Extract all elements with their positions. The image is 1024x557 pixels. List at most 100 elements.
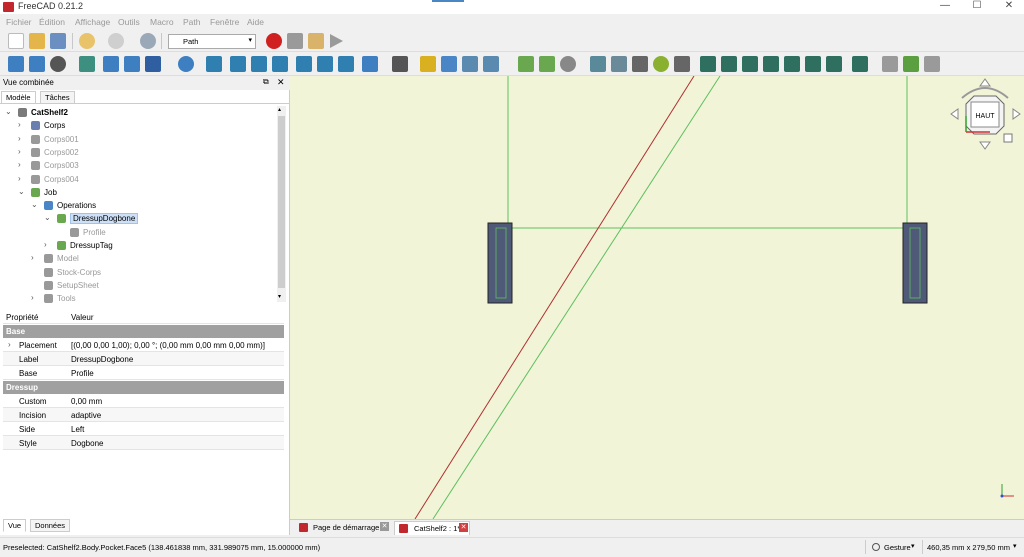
- chevron-right-icon[interactable]: ›: [18, 160, 26, 169]
- right-view-icon[interactable]: [272, 56, 288, 72]
- surface-op-icon[interactable]: [882, 56, 898, 72]
- part-left-block[interactable]: [487, 222, 513, 304]
- tool-library-icon[interactable]: [590, 56, 606, 72]
- tab-vue[interactable]: Vue: [3, 519, 27, 532]
- create-part-icon[interactable]: [420, 56, 436, 72]
- tree-item-dressupdogbone[interactable]: ⌄ DressupDogbone: [0, 212, 276, 225]
- whats-this-icon[interactable]: [392, 56, 408, 72]
- comment-icon[interactable]: [653, 56, 669, 72]
- arrow-right-icon[interactable]: [1012, 108, 1021, 120]
- navigation-style-selector[interactable]: Gesture ▾: [865, 540, 920, 554]
- tree-item-corps004[interactable]: › Corps004: [0, 173, 276, 186]
- post-process-icon[interactable]: [539, 56, 555, 72]
- fit-all-icon[interactable]: [8, 56, 24, 72]
- scrollbar-thumb[interactable]: [278, 116, 285, 288]
- menu-fichier[interactable]: Fichier: [6, 17, 32, 27]
- close-tab-icon[interactable]: ✕: [459, 523, 468, 532]
- run-macro-icon[interactable]: [330, 34, 343, 48]
- tree-item-corps001[interactable]: › Corps001: [0, 133, 276, 146]
- part-right-block[interactable]: [902, 222, 928, 304]
- engrave-op-icon[interactable]: [805, 56, 821, 72]
- stop-icon[interactable]: [674, 56, 690, 72]
- chevron-down-icon[interactable]: ⌄: [18, 187, 26, 196]
- forward-arrow-icon[interactable]: [124, 56, 140, 72]
- chevron-right-icon[interactable]: ›: [8, 340, 11, 349]
- face-op-icon[interactable]: [742, 56, 758, 72]
- tab-donnees[interactable]: Données: [30, 519, 71, 532]
- chevron-down-icon[interactable]: ⌄: [44, 213, 52, 222]
- chevron-right-icon[interactable]: ›: [18, 147, 26, 156]
- property-group-base[interactable]: Base: [3, 325, 284, 338]
- scroll-up-icon[interactable]: ▴: [278, 106, 281, 113]
- record-macro-icon[interactable]: [266, 33, 282, 49]
- float-panel-icon[interactable]: ⧉: [263, 77, 269, 87]
- isometric-view-icon[interactable]: [206, 56, 222, 72]
- scroll-down-icon[interactable]: ▾: [278, 293, 281, 300]
- arrow-left-icon[interactable]: [950, 108, 959, 120]
- property-row-base[interactable]: Base Profile: [3, 366, 284, 380]
- tree-item-setupsheet[interactable]: SetupSheet: [0, 279, 276, 292]
- chevron-right-icon[interactable]: ›: [18, 134, 26, 143]
- profile-op-icon[interactable]: [700, 56, 716, 72]
- chevron-down-icon[interactable]: ⌄: [5, 107, 13, 116]
- redo-icon[interactable]: [108, 33, 124, 49]
- drilling-op-icon[interactable]: [826, 56, 842, 72]
- property-row-custom[interactable]: Custom 0,00 mm: [3, 394, 284, 408]
- fit-selection-icon[interactable]: [29, 56, 45, 72]
- tree-item-stock-corps[interactable]: Stock-Corps: [0, 266, 276, 279]
- standard-views-icon[interactable]: [178, 56, 194, 72]
- stop-macro-icon[interactable]: [287, 33, 303, 49]
- tree-item-tools[interactable]: › Tools: [0, 292, 276, 305]
- back-arrow-icon[interactable]: [103, 56, 119, 72]
- undo-icon[interactable]: [79, 33, 95, 49]
- workbench-selector[interactable]: Path ▾: [168, 34, 256, 49]
- dressup-icon[interactable]: [852, 56, 868, 72]
- sync-view-icon[interactable]: [145, 56, 161, 72]
- tree-item-catshelf2[interactable]: ⌄ CatShelf2: [0, 106, 276, 119]
- nav-cube[interactable]: HAUT: [950, 78, 1021, 150]
- refresh-icon[interactable]: [140, 33, 156, 49]
- create-group-icon[interactable]: [441, 56, 457, 72]
- bottom-view-icon[interactable]: [317, 56, 333, 72]
- rear-view-icon[interactable]: [296, 56, 312, 72]
- adaptive-op-icon[interactable]: [784, 56, 800, 72]
- save-icon[interactable]: [50, 33, 66, 49]
- tab-catshelf2[interactable]: CatShelf2 : 1* ✕: [394, 521, 470, 535]
- menu-affichage[interactable]: Affichage: [75, 17, 110, 27]
- tree-item-profile[interactable]: Profile: [0, 226, 276, 239]
- property-row-incision[interactable]: Incision adaptive: [3, 408, 284, 422]
- property-row-style[interactable]: Style Dogbone: [3, 436, 284, 450]
- chevron-right-icon[interactable]: ›: [18, 120, 26, 129]
- draw-style-icon[interactable]: [50, 56, 66, 72]
- tree-item-job[interactable]: ⌄ Job: [0, 186, 276, 199]
- tree-item-model[interactable]: › Model: [0, 252, 276, 265]
- helix-op-icon[interactable]: [763, 56, 779, 72]
- minimize-button[interactable]: —: [930, 0, 960, 14]
- menu-path[interactable]: Path: [183, 17, 201, 27]
- simulator-icon[interactable]: [924, 56, 940, 72]
- front-view-icon[interactable]: [230, 56, 246, 72]
- sanity-check-icon[interactable]: [560, 56, 576, 72]
- arrow-down-icon[interactable]: [979, 141, 991, 150]
- menu-fenetre[interactable]: Fenêtre: [210, 17, 239, 27]
- tree-item-dressuptag[interactable]: › DressupTag: [0, 239, 276, 252]
- tool-controller-icon[interactable]: [611, 56, 627, 72]
- close-window-button[interactable]: ✕: [994, 0, 1024, 14]
- chevron-right-icon[interactable]: ›: [18, 174, 26, 183]
- tree-item-operations[interactable]: ⌄ Operations: [0, 199, 276, 212]
- measure-distance-icon[interactable]: [362, 56, 378, 72]
- bounding-box-icon[interactable]: [79, 56, 95, 72]
- tree-item-corps003[interactable]: › Corps003: [0, 159, 276, 172]
- edit-macro-icon[interactable]: [308, 33, 324, 49]
- tree-item-corps002[interactable]: › Corps002: [0, 146, 276, 159]
- tree-scrollbar[interactable]: ▴ ▾: [277, 106, 286, 302]
- dimension-display[interactable]: 460,35 mm x 279,50 mm ▾: [922, 540, 1022, 554]
- chevron-down-icon[interactable]: ⌄: [31, 200, 39, 209]
- tab-start-page[interactable]: Page de démarrage ✕: [296, 521, 389, 535]
- job-icon[interactable]: [518, 56, 534, 72]
- close-tab-icon[interactable]: ✕: [380, 522, 389, 531]
- property-row-placement[interactable]: › Placement [(0,00 0,00 1,00); 0,00 °; (…: [3, 338, 284, 352]
- top-view-icon[interactable]: [251, 56, 267, 72]
- menu-outils[interactable]: Outils: [118, 17, 140, 27]
- link-actions-icon[interactable]: [483, 56, 499, 72]
